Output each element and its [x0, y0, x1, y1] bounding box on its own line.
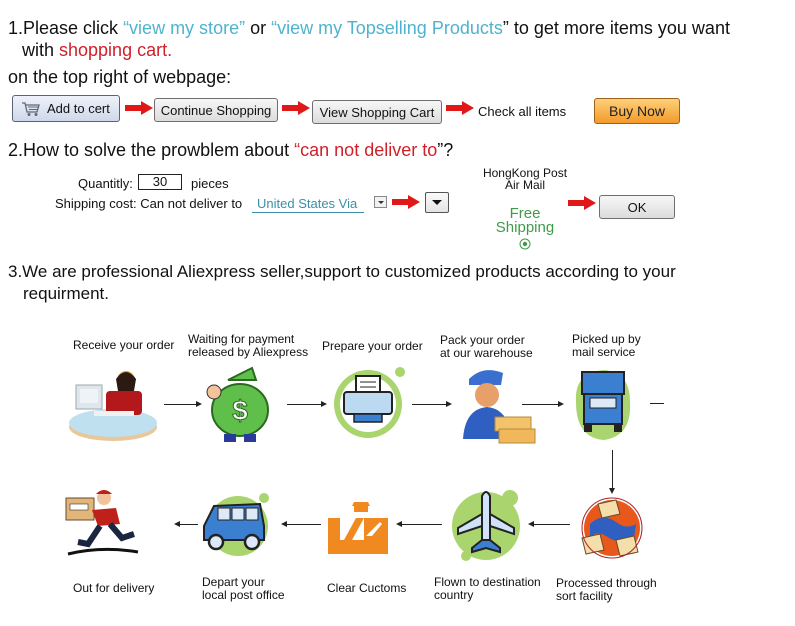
red-arrow-icon: [446, 101, 474, 115]
ok-button[interactable]: OK: [599, 195, 675, 219]
van-icon: [203, 493, 269, 556]
shopping-cart-icon: [22, 101, 40, 116]
arrow-right-icon: [196, 401, 202, 407]
free-line-2: Shipping: [495, 219, 555, 236]
step-label-flown-destination: Flown to destination country: [434, 576, 541, 602]
instruction-text: or: [245, 18, 272, 38]
flow-connector: [412, 404, 446, 405]
step-label-pack-order: Pack your order at our warehouse: [440, 334, 533, 360]
instruction-3-line-2: requirment.: [23, 284, 109, 303]
small-dropdown-button[interactable]: [374, 196, 387, 208]
instruction-text: ” to get more items you want: [502, 18, 730, 38]
buy-now-label: Buy Now: [608, 103, 666, 119]
label-line: released by Aliexpress: [188, 345, 309, 359]
shipping-cost-label: Shipping cost: Can not deliver to: [55, 196, 243, 211]
arrow-right-icon: [321, 401, 327, 407]
step-label-receive-order: Receive your order: [73, 338, 175, 352]
red-arrow-icon: [568, 196, 596, 210]
flow-connector: [287, 404, 321, 405]
add-to-cart-label: Add to cert: [47, 101, 110, 116]
instruction-1-line-1: 1.Please click “view my store” or “view …: [8, 17, 730, 39]
label-line: sort facility: [556, 589, 613, 603]
instruction-3-line-1: 3.We are professional Aliexpress seller,…: [8, 262, 676, 281]
red-arrow-icon: [125, 101, 153, 115]
flow-connector-vertical: [612, 450, 613, 490]
shipping-radio-selected[interactable]: [519, 238, 531, 250]
ok-label: OK: [627, 199, 647, 215]
flow-connector: [522, 404, 558, 405]
warehouse-worker-icon: [463, 370, 536, 444]
continue-shopping-button[interactable]: Continue Shopping: [154, 98, 278, 122]
enlarged-dropdown-button[interactable]: [425, 192, 449, 213]
instruction-text: with: [22, 40, 60, 60]
quantity-label: Quantitly:: [78, 176, 133, 191]
globe-mail-icon: [581, 497, 643, 559]
free-shipping-text: Free Shipping: [470, 206, 580, 236]
label-line: mail service: [572, 345, 636, 359]
view-my-store-link-text: “view my store”: [123, 18, 246, 38]
step-label-prepare-order: Prepare your order: [322, 339, 423, 353]
arrow-left-icon: [174, 521, 180, 527]
red-arrow-icon: [392, 195, 420, 209]
svg-text:$: $: [232, 395, 248, 426]
customs-officer-icon: [328, 502, 388, 554]
step-label-waiting-payment: Waiting for payment released by Aliexpre…: [188, 333, 308, 359]
arrow-left-icon: [281, 521, 287, 527]
instruction-1-line-3: on the top right of webpage:: [8, 67, 232, 87]
shopping-cart-emphasis: shopping cart.: [59, 40, 173, 60]
flow-connector: [650, 403, 664, 404]
instruction-text: ”?: [437, 140, 454, 160]
continue-shopping-label: Continue Shopping: [160, 102, 272, 118]
instruction-text: 2.How to solve the prowblem about: [8, 140, 295, 160]
flow-connector: [287, 524, 321, 525]
flow-connector: [164, 404, 196, 405]
step-label-depart-post-office: Depart your local post office: [202, 576, 285, 602]
quantity-input[interactable]: 30: [138, 174, 182, 190]
flow-connector: [402, 524, 442, 525]
step-label-sort-facility: Processed through sort facility: [556, 577, 657, 603]
arrow-right-icon: [558, 401, 564, 407]
add-to-cart-button[interactable]: Add to cert: [12, 95, 120, 122]
arrow-left-icon: [396, 521, 402, 527]
carrier-name: HongKong Post Air Mail: [470, 167, 580, 191]
instruction-2-title: 2.How to solve the prowblem about “can n…: [8, 139, 453, 161]
check-all-items-text: Check all items: [478, 104, 567, 119]
instruction-1-line-2: with shopping cart.: [22, 39, 172, 61]
flow-connector: [534, 524, 570, 525]
step-label-picked-up: Picked up by mail service: [572, 333, 641, 359]
view-shopping-cart-label: View Shopping Cart: [319, 104, 435, 120]
view-shopping-cart-button[interactable]: View Shopping Cart: [312, 100, 442, 124]
chevron-down-icon: [378, 201, 384, 204]
step-label-out-for-delivery: Out for delivery: [73, 581, 155, 595]
printer-icon: [334, 367, 405, 438]
label-line: country: [434, 588, 474, 602]
money-bag-icon: $: [206, 366, 269, 442]
arrow-right-icon: [446, 401, 452, 407]
view-topselling-products-link-text: “view my Topselling Products: [271, 18, 503, 38]
truck-icon: [575, 370, 631, 440]
carrier-line-2: Air Mail: [504, 178, 545, 192]
instruction-text: 1.Please click: [8, 18, 124, 38]
chevron-down-icon: [432, 200, 442, 205]
shipping-method-select[interactable]: United States Via: [252, 196, 364, 213]
label-line: at our warehouse: [440, 346, 533, 360]
can-not-deliver-emphasis: “can not deliver to: [294, 140, 438, 160]
computer-operator-icon: [69, 371, 157, 441]
flow-connector: [180, 524, 198, 525]
step-label-clear-customs: Clear Cuctoms: [327, 581, 407, 595]
quantity-unit: pieces: [191, 176, 229, 191]
airplane-icon: [452, 490, 520, 561]
courier-running-icon: [65, 490, 139, 556]
label-line: local post office: [202, 588, 285, 602]
red-arrow-icon: [282, 101, 310, 115]
buy-now-button[interactable]: Buy Now: [594, 98, 680, 124]
